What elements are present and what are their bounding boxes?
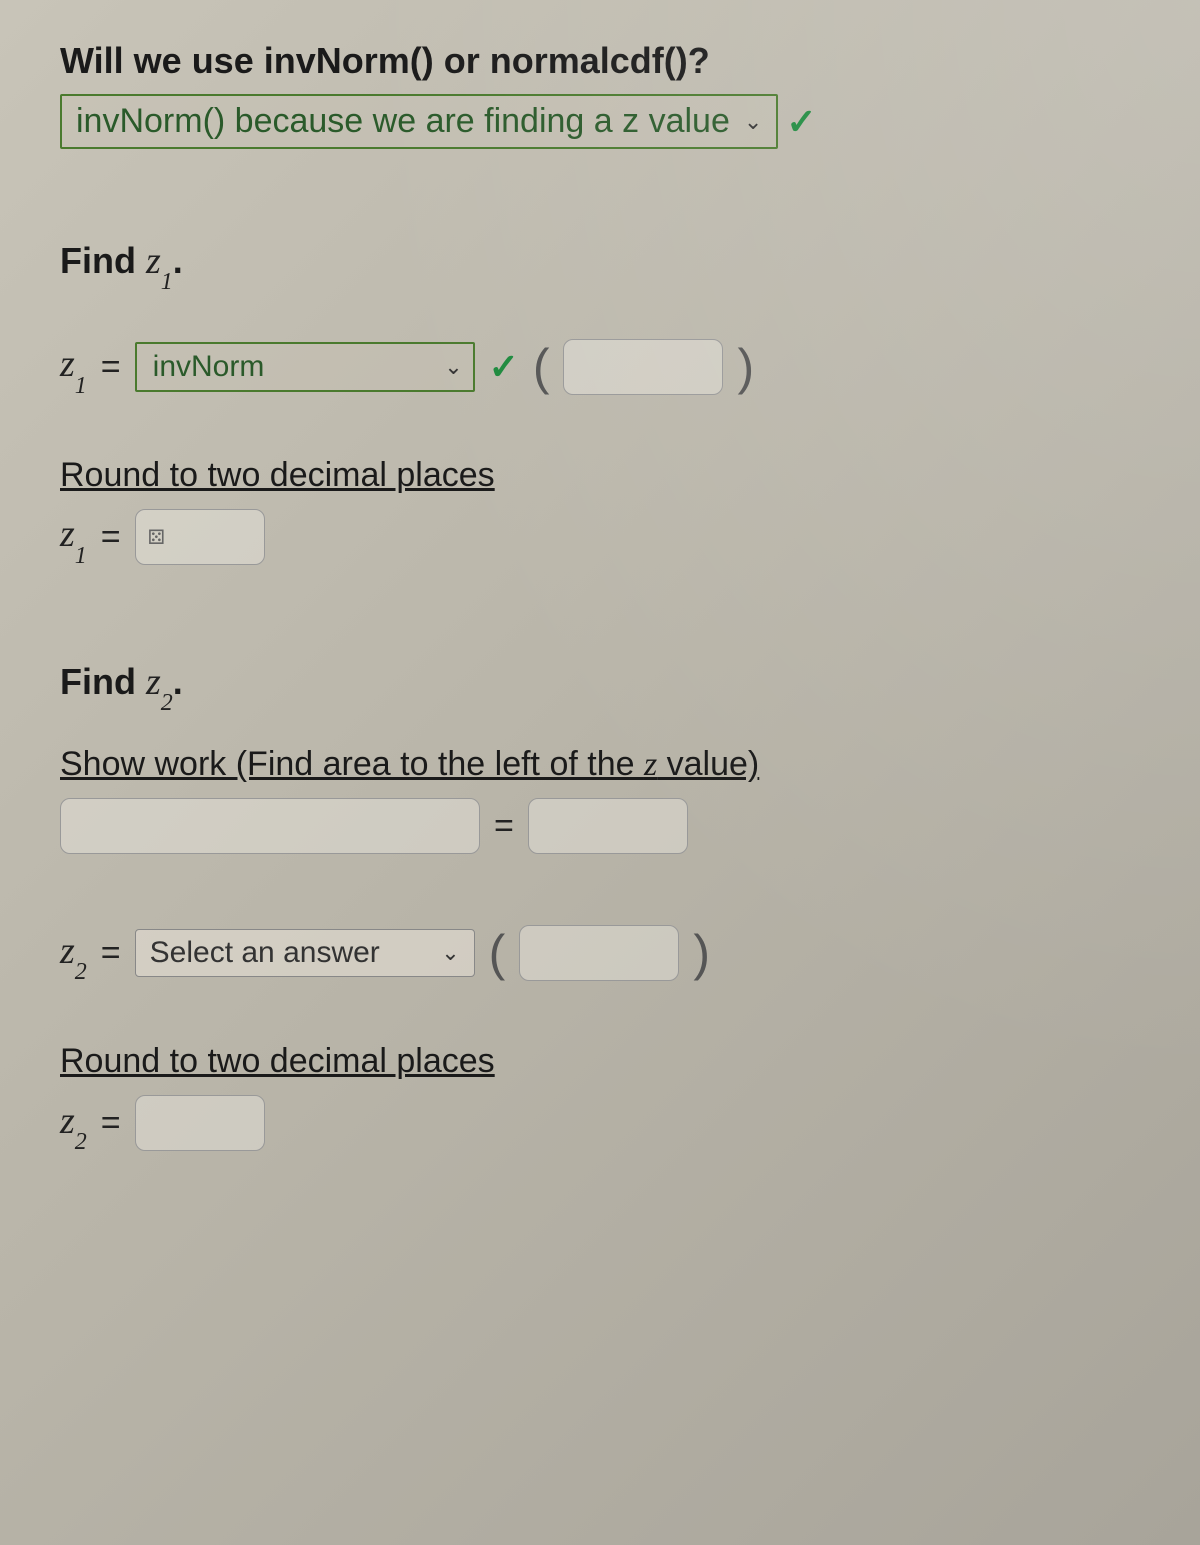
- z2-function-select[interactable]: Select an answer ⌄: [135, 929, 475, 977]
- z2-var: z2: [60, 1099, 87, 1149]
- z2-work-result-input[interactable]: [528, 798, 688, 854]
- z1-arg-input[interactable]: [563, 339, 723, 395]
- z1-function-select[interactable]: invNorm ⌄: [135, 342, 475, 392]
- open-paren: (: [489, 924, 506, 982]
- z1-var: z1: [60, 512, 87, 562]
- z2-var: z2: [60, 929, 87, 979]
- check-icon: ✓: [786, 101, 816, 143]
- z2-work-input[interactable]: [60, 798, 480, 854]
- z1-rounded-input[interactable]: ⚄: [135, 509, 265, 565]
- equals-sign: =: [494, 807, 514, 846]
- chevron-down-icon: ⌄: [441, 940, 459, 966]
- close-paren: ): [737, 338, 754, 396]
- close-paren: ): [693, 924, 710, 982]
- equals-sign: =: [101, 348, 121, 387]
- function-select-value: invNorm() because we are finding a z val…: [76, 102, 730, 141]
- function-select[interactable]: invNorm() because we are finding a z val…: [60, 94, 778, 149]
- z2-rounded-input[interactable]: [135, 1095, 265, 1151]
- z1-round-label: Round to two decimal places: [60, 456, 1140, 495]
- z1-heading: Find z1.: [60, 239, 1140, 288]
- z2-arg-input[interactable]: [519, 925, 679, 981]
- z2-heading: Find z2.: [60, 660, 1140, 709]
- chevron-down-icon: ⌄: [444, 354, 462, 380]
- equals-sign: =: [101, 934, 121, 973]
- chevron-down-icon: ⌄: [744, 109, 762, 135]
- z2-round-label: Round to two decimal places: [60, 1042, 1140, 1081]
- question-prompt: Will we use invNorm() or normalcdf()?: [60, 40, 1140, 82]
- z2-function-placeholder: Select an answer: [150, 936, 380, 970]
- z2-showwork-label: Show work (Find area to the left of the …: [60, 745, 1140, 784]
- equals-sign: =: [101, 518, 121, 557]
- z1-function-value: invNorm: [153, 350, 265, 384]
- equals-sign: =: [101, 1104, 121, 1143]
- open-paren: (: [533, 338, 550, 396]
- check-icon: ✓: [489, 346, 519, 388]
- z1-var: z1: [60, 342, 87, 392]
- dice-icon: ⚄: [148, 525, 165, 550]
